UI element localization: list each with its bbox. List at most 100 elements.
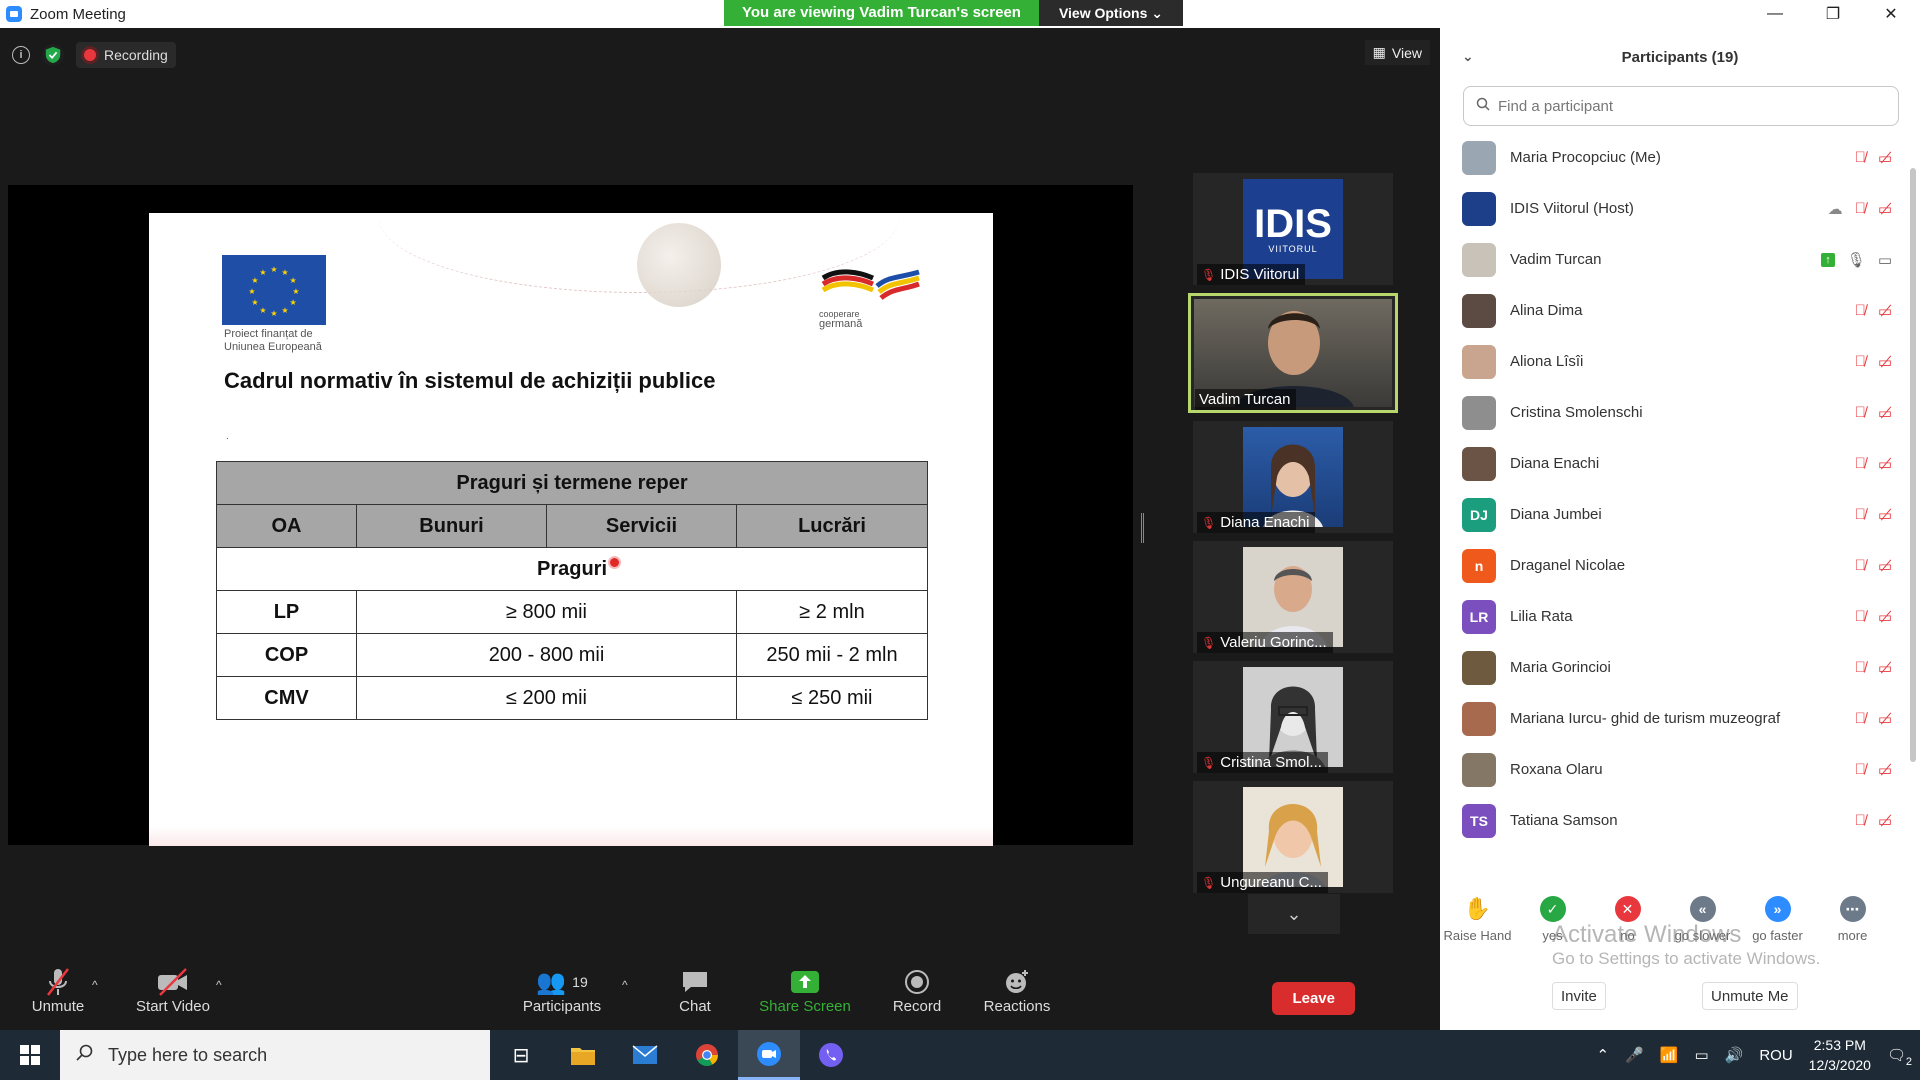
participants-button[interactable]: 👥 19 Participants (520, 966, 604, 1016)
video-tile[interactable]: 🎙 Cristina Smol... (1193, 661, 1393, 773)
participant-row[interactable]: n Draganel Nicolae 🎙̸ ▭̸ (1440, 540, 1920, 591)
video-off-icon: ▭̸ (1877, 404, 1892, 422)
clock[interactable]: 2:53 PM 12/3/2020 (1809, 1035, 1871, 1075)
slide-dot: . (226, 431, 229, 442)
participants-caret[interactable]: ^ (622, 978, 628, 992)
clock-time: 2:53 PM (1813, 1037, 1866, 1053)
taskbar-search-input[interactable]: Type here to search (60, 1030, 490, 1080)
file-explorer-icon[interactable] (552, 1030, 614, 1080)
chevron-down-icon[interactable]: ⌄ (1462, 48, 1474, 65)
meeting-toolbar: Unmute ^ Start Video ^ 👥 19 Participants … (0, 958, 1440, 1030)
battery-icon[interactable]: ▭ (1694, 1046, 1708, 1064)
participant-name: Maria Procopciuc (Me) (1510, 149, 1661, 166)
video-off-icon: ▭̸ (1877, 710, 1892, 728)
avatar (1462, 293, 1496, 328)
participant-row[interactable]: Diana Enachi 🎙̸ ▭̸ (1440, 438, 1920, 489)
video-tile[interactable]: 🎙 Diana Enachi (1193, 421, 1393, 533)
eu-star-icon: ★ (251, 298, 258, 307)
windows-start-button[interactable] (0, 1030, 60, 1080)
avatar (1462, 701, 1496, 736)
participant-row[interactable]: LR Lilia Rata 🎙̸ ▭̸ (1440, 591, 1920, 642)
participant-row[interactable]: Roxana Olaru 🎙̸ ▭̸ (1440, 744, 1920, 795)
unmute-me-button[interactable]: Unmute Me (1702, 982, 1798, 1010)
mail-icon[interactable] (614, 1030, 676, 1080)
window-controls: — ❐ ✕ (1440, 0, 1920, 28)
reaction-raise-hand[interactable]: ✋ Raise Hand (1440, 896, 1515, 943)
participants-label: Participants (522, 998, 602, 1015)
language-indicator[interactable]: ROU (1759, 1047, 1792, 1064)
reaction-more[interactable]: ⋯ more (1815, 896, 1890, 943)
mic-off-icon: 🎙 (1201, 875, 1217, 890)
resize-handle[interactable] (1141, 513, 1144, 543)
participant-row[interactable]: Maria Procopciuc (Me) 🎙̸ ▭̸ (1440, 132, 1920, 183)
video-tile[interactable]: 🎙 Ungureanu C... (1193, 781, 1393, 893)
minimize-button[interactable]: — (1746, 0, 1804, 28)
participant-list-scrollbar[interactable] (1910, 168, 1916, 762)
reactions-button[interactable]: Reactions (982, 966, 1052, 1015)
recording-indicator[interactable]: Recording (76, 42, 176, 68)
notifications-icon[interactable]: 🗨 2 (1887, 1046, 1912, 1068)
wifi-icon[interactable]: 📶 (1660, 1046, 1679, 1064)
shield-icon[interactable] (42, 44, 64, 66)
participants-icon: 👥 19 (536, 968, 588, 996)
participant-row[interactable]: IDIS Viitorul (Host) ☁ 🎙̸ ▭̸ (1440, 183, 1920, 234)
video-tile[interactable]: IDIS VIITORUL 🎙 IDIS Viitorul (1193, 173, 1393, 285)
mic-off-icon: 🎙 (1201, 515, 1217, 530)
close-button[interactable]: ✕ (1862, 0, 1920, 28)
video-tile[interactable]: 🎙 Valeriu Gorinc... (1193, 541, 1393, 653)
view-options-button[interactable]: View Options ⌄ (1038, 0, 1184, 26)
participant-status-icons: 🎙̸ ▭̸ (1855, 353, 1892, 371)
tile-name-tag: 🎙 Diana Enachi (1197, 512, 1316, 533)
zoom-taskbar-icon[interactable] (738, 1030, 800, 1080)
participant-row[interactable]: TS Tatiana Samson 🎙̸ ▭̸ (1440, 795, 1920, 846)
volume-icon[interactable]: 🔊 (1725, 1046, 1744, 1064)
avatar: DJ (1462, 497, 1496, 532)
participant-row[interactable]: Mariana Iurcu- ghid de turism muzeograf 🎙… (1440, 693, 1920, 744)
chat-button[interactable]: Chat (670, 966, 720, 1015)
chevron-down-icon: ⌄ (1286, 903, 1302, 924)
eu-star-icon: ★ (292, 287, 299, 296)
participant-name: Diana Jumbei (1510, 506, 1602, 523)
gallery-next-button[interactable]: ⌄ (1248, 894, 1340, 934)
presentation-slide: ★ ★ ★ ★ ★ ★ ★ ★ ★ ★ ★ ★ Proiect finanțat de Uniunea… (149, 213, 993, 846)
invite-button[interactable]: Invite (1552, 982, 1606, 1010)
participant-row[interactable]: Maria Gorincioi 🎙̸ ▭̸ (1440, 642, 1920, 693)
mic-off-icon: 🎙̸ (1854, 557, 1866, 574)
participant-row[interactable]: DJ Diana Jumbei 🎙̸ ▭̸ (1440, 489, 1920, 540)
participant-row[interactable]: Alina Dima 🎙̸ ▭̸ (1440, 285, 1920, 336)
avatar (1462, 446, 1496, 481)
record-button[interactable]: Record (890, 966, 944, 1015)
participant-search-input[interactable]: Find a participant (1463, 86, 1899, 126)
participant-row[interactable]: Vadim Turcan ↑ 🎙 ▭ (1440, 234, 1920, 285)
table-cell: ≤ 200 mii (356, 676, 737, 720)
table-header: OA (216, 504, 357, 548)
avatar (1462, 752, 1496, 787)
leave-button[interactable]: Leave (1272, 982, 1355, 1015)
eu-caption-line-1: Proiect finanțat de (224, 328, 313, 340)
info-icon[interactable]: i (12, 46, 30, 64)
start-video-label: Start Video (136, 998, 210, 1015)
task-view-icon[interactable]: ⊟ (490, 1030, 552, 1080)
microphone-icon[interactable]: 🎤 (1625, 1046, 1644, 1064)
panel-title: Participants (19) (1621, 48, 1739, 66)
participant-row[interactable]: Aliona Lîsîi 🎙̸ ▭̸ (1440, 336, 1920, 387)
chrome-icon[interactable] (676, 1030, 738, 1080)
check-icon: ✓ (1539, 896, 1566, 922)
view-button[interactable]: ▦ View (1364, 40, 1430, 65)
unmute-button[interactable]: Unmute (30, 966, 86, 1015)
participant-row[interactable]: Cristina Smolenschi 🎙̸ ▭̸ (1440, 387, 1920, 438)
viber-icon[interactable] (800, 1030, 862, 1080)
share-screen-button[interactable]: Share Screen (758, 966, 852, 1015)
video-icon: ▭ (1877, 251, 1892, 269)
audio-options-caret[interactable]: ^ (92, 978, 98, 992)
chevron-up-icon[interactable]: ⌃ (1596, 1046, 1609, 1064)
globe-image (637, 223, 721, 307)
idis-logo-sub: VIITORUL (1268, 244, 1318, 254)
video-options-caret[interactable]: ^ (216, 978, 222, 992)
maximize-button[interactable]: ❐ (1804, 0, 1862, 28)
participant-name: Aliona Lîsîi (1510, 353, 1584, 370)
idis-logo-text: IDIS (1254, 202, 1332, 246)
participant-status-icons: 🎙̸ ▭̸ (1855, 659, 1892, 677)
video-tile-active-speaker[interactable]: Vadim Turcan (1188, 293, 1398, 413)
start-video-button[interactable]: Start Video (133, 966, 213, 1015)
